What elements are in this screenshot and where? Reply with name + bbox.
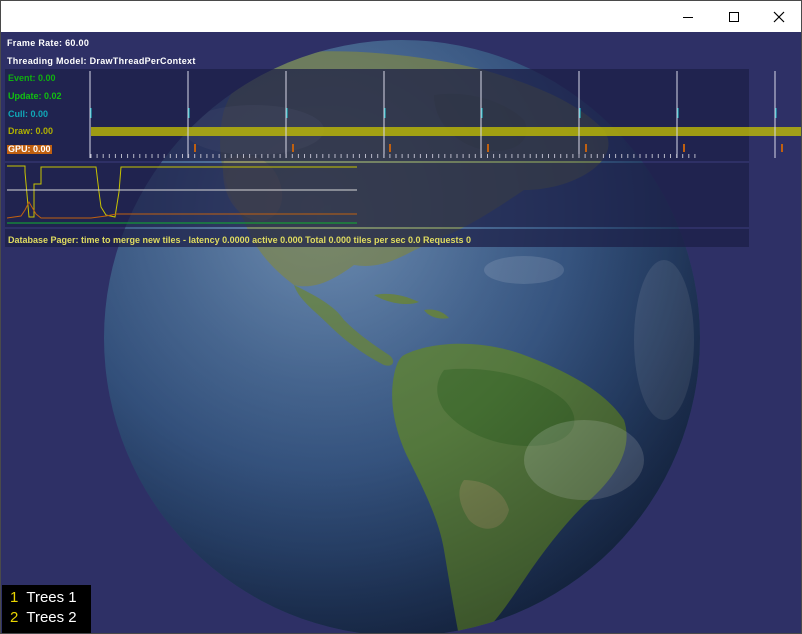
maximize-icon [729, 11, 739, 22]
trees-legend: 1 Trees 1 2 Trees 2 [2, 585, 91, 633]
legend-item[interactable]: 2 Trees 2 [10, 609, 77, 627]
close-icon [773, 11, 785, 22]
gpu-graph-line [6, 200, 357, 219]
frame-markers [89, 71, 776, 158]
stats-graphics [6, 71, 801, 224]
title-bar [1, 1, 801, 32]
minimize-button[interactable] [665, 1, 711, 32]
gpu-markers [194, 144, 783, 152]
legend-key: 1 [10, 589, 19, 606]
3d-viewport[interactable]: Frame Rate: 60.00 Threading Model: DrawT… [1, 32, 801, 633]
legend-item[interactable]: 1 Trees 1 [10, 589, 77, 607]
time-ruler [90, 154, 696, 158]
legend-key: 2 [10, 609, 19, 626]
close-button[interactable] [756, 1, 801, 32]
minimize-icon [683, 16, 693, 18]
legend-name: Trees 2 [26, 609, 77, 626]
draw-graph-line [7, 165, 357, 218]
database-pager-info: Database Pager: time to merge new tiles … [8, 235, 472, 245]
maximize-button[interactable] [711, 1, 757, 32]
cull-markers [90, 108, 777, 118]
draw-time-bar [91, 127, 801, 136]
application-window: Frame Rate: 60.00 Threading Model: DrawT… [0, 0, 802, 634]
legend-name: Trees 1 [26, 589, 77, 606]
